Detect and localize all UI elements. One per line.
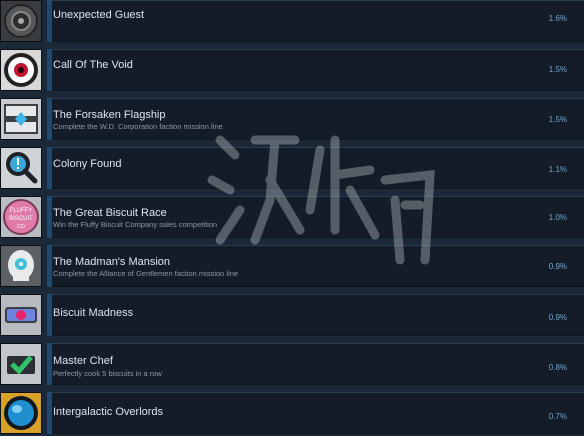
accent-bar [47, 0, 52, 42]
pink-orb-icon [0, 294, 42, 336]
accent-bar [47, 245, 52, 287]
accent-bar [47, 392, 52, 434]
unlock-percentage: 1.1% [548, 165, 567, 174]
unlock-percentage: 1.0% [548, 213, 567, 222]
achievement-panel [47, 343, 584, 385]
achievement-description: Win the Fluffy Biscuit Company sales com… [53, 220, 218, 229]
achievement-title: Unexpected Guest [53, 9, 145, 21]
badge-text-line2: BISCUIT [9, 216, 33, 222]
accent-bar [47, 147, 52, 189]
fluffy-biscuit-badge-icon: FLUFFY BISCUIT CO [0, 196, 42, 238]
achievement-row[interactable]: Unexpected Guest 1.6% [0, 0, 584, 44]
unlock-percentage: 0.7% [548, 412, 567, 421]
unlock-percentage: 1.5% [548, 115, 567, 124]
achievement-title: Colony Found [53, 158, 122, 170]
accent-bar [47, 49, 52, 91]
achievement-row[interactable]: The Madman's Mansion Complete the Allian… [0, 245, 584, 289]
magnifier-icon [0, 147, 42, 189]
alien-skull-icon [0, 245, 42, 287]
achievement-title: Intergalactic Overlords [53, 406, 164, 418]
void-eye-icon [0, 49, 42, 91]
wheel-icon [0, 0, 42, 42]
unlock-percentage: 1.5% [548, 65, 567, 74]
achievement-description: Complete the Alliance of Gentlemen facti… [53, 269, 239, 278]
unlock-percentage: 1.6% [548, 14, 567, 23]
achievement-title: Call Of The Void [53, 59, 133, 71]
accent-bar [47, 294, 52, 336]
achievement-panel [47, 0, 584, 42]
achievement-row[interactable]: Master Chef Perfectly cook 5 biscuits in… [0, 343, 584, 387]
unlock-percentage: 0.9% [548, 313, 567, 322]
accent-bar [47, 196, 52, 238]
achievement-title: The Madman's Mansion [53, 256, 171, 268]
achievement-row[interactable]: The Forsaken Flagship Complete the W.D. … [0, 98, 584, 142]
achievement-row[interactable]: Biscuit Madness 0.9% [0, 294, 584, 338]
badge-text-line3: CO [17, 224, 25, 230]
accent-bar [47, 343, 52, 385]
achievement-title: The Forsaken Flagship [53, 109, 166, 121]
blue-planet-icon [0, 392, 42, 434]
achievement-description: Complete the W.D. Corporation faction mi… [53, 122, 223, 131]
achievement-description: Perfectly cook 5 biscuits in a row [53, 369, 162, 378]
achievement-row[interactable]: FLUFFY BISCUIT CO The Great Biscuit Race… [0, 196, 584, 240]
unlock-percentage: 0.8% [548, 363, 567, 372]
achievement-title: The Great Biscuit Race [53, 207, 167, 219]
achievement-row[interactable]: Call Of The Void 1.5% [0, 49, 584, 93]
badge-text-line1: FLUFFY [10, 208, 33, 214]
achievement-row[interactable]: Intergalactic Overlords 0.7% [0, 392, 584, 436]
checkmark-icon [0, 343, 42, 385]
achievement-panel [47, 147, 584, 189]
achievement-title: Master Chef [53, 355, 113, 367]
achievement-row[interactable]: Colony Found 1.1% [0, 147, 584, 191]
achievement-title: Biscuit Madness [53, 307, 134, 319]
flagship-icon [0, 98, 42, 140]
unlock-percentage: 0.9% [548, 262, 567, 271]
accent-bar [47, 98, 52, 140]
